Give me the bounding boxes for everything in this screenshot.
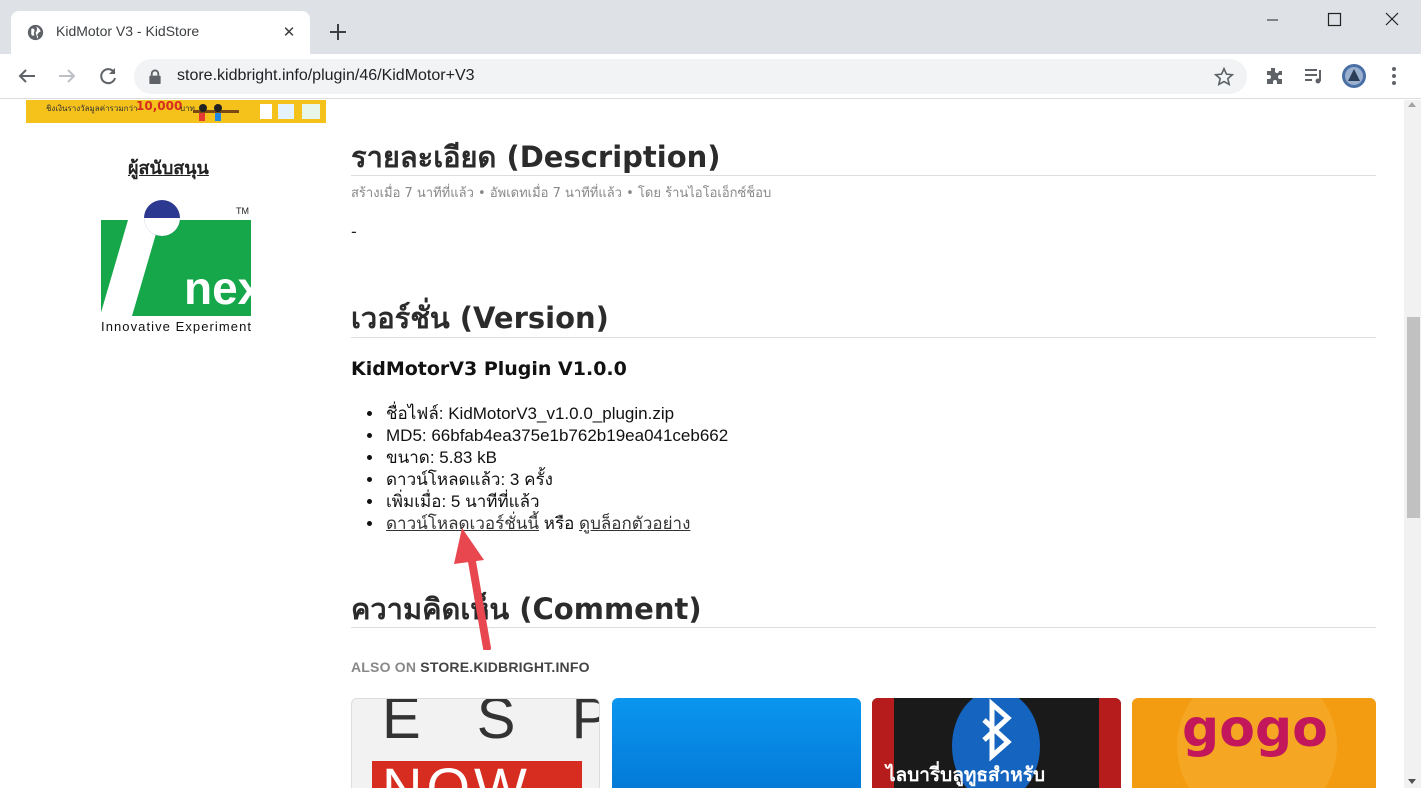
scroll-up-icon[interactable] bbox=[1408, 102, 1416, 107]
maximize-icon[interactable] bbox=[1311, 6, 1357, 34]
scroll-down-icon[interactable] bbox=[1408, 779, 1416, 784]
extensions-puzzle-icon[interactable] bbox=[1262, 64, 1286, 88]
related-card-blue[interactable] bbox=[612, 698, 861, 788]
url-text[interactable]: store.kidbright.info/plugin/46/KidMotor+… bbox=[177, 67, 475, 85]
media-queue-icon[interactable] bbox=[1302, 64, 1326, 88]
also-on-label: ALSO ON STORE.KIDBRIGHT.INFO bbox=[351, 659, 590, 675]
sponsor-heading: ผู้สนับสนุน bbox=[128, 158, 209, 179]
description-heading: รายละเอียด (Description) bbox=[351, 140, 721, 174]
file-info-list: ชื่อไฟล์: KidMotorV3_v1.0.0_plugin.zip M… bbox=[384, 403, 728, 535]
children-illustration-icon bbox=[193, 104, 239, 121]
related-card-gogo[interactable]: gogo bbox=[1132, 698, 1376, 788]
or-text: หรือ bbox=[543, 514, 575, 533]
browser-toolbar: store.kidbright.info/plugin/46/KidMotor+… bbox=[0, 54, 1421, 99]
page-viewport: ชิงเงินรางวัลมูลค่ารวมกว่า 10,000 บาท ผู… bbox=[0, 100, 1421, 788]
file-size: ขนาด: 5.83 kB bbox=[384, 447, 728, 469]
card-top-text: E S P bbox=[382, 698, 599, 751]
browser-menu-icon[interactable] bbox=[1382, 64, 1406, 88]
globe-icon bbox=[27, 24, 44, 41]
divider bbox=[351, 175, 1376, 176]
file-md5: MD5: 66bfab4ea375e1b762b19ea041ceb662 bbox=[384, 425, 728, 447]
also-on-prefix: ALSO ON bbox=[351, 659, 417, 675]
card-caption: ไลบารี่บลูทูธสำหรับ bbox=[886, 764, 1046, 786]
view-example-link[interactable]: ดูบล็อกตัวอย่าง bbox=[579, 514, 690, 533]
browser-titlebar: KidMotor V3 - KidStore ✕ bbox=[0, 0, 1421, 54]
promo-banner[interactable]: ชิงเงินรางวัลมูลค่ารวมกว่า 10,000 บาท bbox=[26, 100, 326, 123]
file-name: ชื่อไฟล์: KidMotorV3_v1.0.0_plugin.zip bbox=[384, 403, 728, 425]
reload-icon[interactable] bbox=[96, 64, 120, 88]
inex-logo[interactable]: nex TM Innovative Experiment bbox=[100, 200, 252, 334]
bookmark-star-icon[interactable] bbox=[1213, 66, 1235, 88]
download-count: ดาวน์โหลดแล้ว: 3 ครั้ง bbox=[384, 469, 728, 491]
close-tab-icon[interactable]: ✕ bbox=[280, 23, 298, 41]
added-time: เพิ่มเมื่อ: 5 นาทีที่แล้ว bbox=[384, 491, 728, 513]
logo-tagline: Innovative Experiment bbox=[101, 319, 251, 334]
annotation-arrow-icon bbox=[454, 528, 491, 650]
browser-tab[interactable]: KidMotor V3 - KidStore ✕ bbox=[11, 11, 310, 54]
new-tab-icon[interactable] bbox=[326, 20, 350, 44]
description-body: - bbox=[351, 222, 357, 241]
scrollbar-thumb[interactable] bbox=[1407, 317, 1420, 518]
gogo-logo-text: gogo bbox=[1182, 699, 1328, 759]
gogo-logo-icon: gogo bbox=[1177, 698, 1337, 788]
tab-title: KidMotor V3 - KidStore bbox=[56, 23, 200, 39]
vertical-scrollbar[interactable] bbox=[1404, 100, 1421, 788]
minimize-icon[interactable] bbox=[1249, 6, 1295, 34]
related-card-espnow[interactable]: E S P NOW bbox=[351, 698, 600, 788]
card-bottom-text: NOW bbox=[382, 756, 531, 788]
banner-amount: 10,000 bbox=[136, 100, 183, 113]
partner-logos-icon bbox=[260, 104, 320, 119]
version-title: KidMotorV3 Plugin V1.0.0 bbox=[351, 358, 627, 380]
description-meta: สร้างเมื่อ 7 นาทีที่แล้ว • อัพเดทเมื่อ 7… bbox=[351, 186, 772, 201]
also-on-site: STORE.KIDBRIGHT.INFO bbox=[420, 659, 590, 675]
film-strip-right bbox=[1099, 698, 1121, 788]
divider bbox=[351, 337, 1376, 338]
profile-avatar[interactable] bbox=[1341, 63, 1367, 89]
logo-tm: TM bbox=[236, 206, 249, 216]
address-bar[interactable]: store.kidbright.info/plugin/46/KidMotor+… bbox=[134, 59, 1247, 94]
forward-icon[interactable] bbox=[55, 64, 79, 88]
window-close-icon[interactable] bbox=[1369, 6, 1415, 34]
version-heading: เวอร์ชั่น (Version) bbox=[351, 301, 609, 335]
lock-icon[interactable] bbox=[148, 69, 162, 84]
related-card-bluetooth[interactable]: ไลบารี่บลูทูธสำหรับ bbox=[872, 698, 1121, 788]
download-links-item: ดาวน์โหลดเวอร์ชั่นนี้ หรือ ดูบล็อกตัวอย่… bbox=[384, 513, 728, 535]
logo-wordmark: nex bbox=[184, 262, 252, 314]
back-icon[interactable] bbox=[15, 64, 39, 88]
comment-heading: ความคิดเห็น (Comment) bbox=[351, 592, 702, 626]
banner-text: ชิงเงินรางวัลมูลค่ารวมกว่า bbox=[46, 104, 138, 113]
